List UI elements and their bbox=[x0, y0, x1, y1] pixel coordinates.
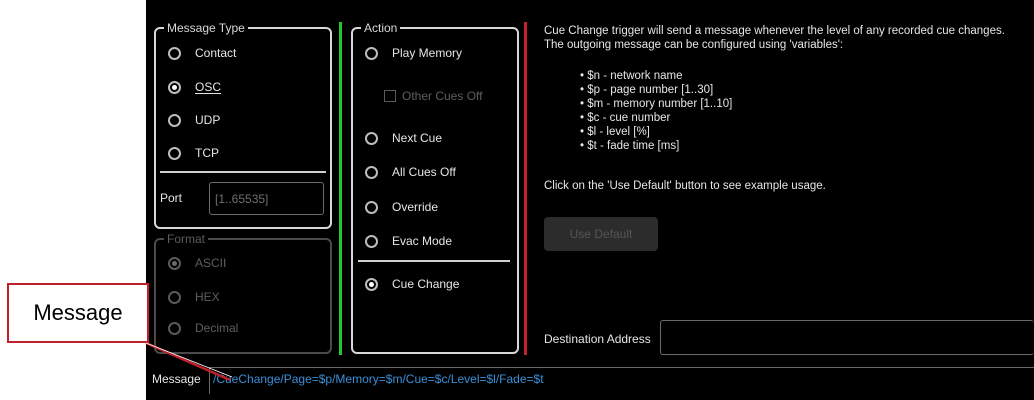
radio-ascii-label: ASCII bbox=[195, 256, 227, 270]
use-default-hint: Click on the 'Use Default' button to see… bbox=[544, 180, 826, 192]
radio-all-cues-off[interactable]: All Cues Off bbox=[365, 165, 456, 179]
message-type-legend: Message Type bbox=[164, 20, 248, 36]
radio-circle-icon bbox=[168, 46, 181, 60]
variable-item: • $n - network name bbox=[580, 70, 683, 82]
message-type-separator bbox=[160, 171, 326, 173]
radio-evac-mode-label: Evac Mode bbox=[392, 234, 453, 248]
radio-override[interactable]: Override bbox=[365, 200, 438, 214]
checkbox-icon bbox=[384, 90, 396, 102]
action-separator bbox=[358, 260, 510, 262]
variable-item: • $c - cue number bbox=[580, 112, 671, 124]
radio-circle-icon bbox=[365, 46, 378, 60]
radio-circle-icon bbox=[168, 321, 181, 335]
radio-contact-label: Contact bbox=[195, 46, 237, 60]
radio-circle-icon bbox=[365, 131, 378, 145]
variable-item: • $l - level [%] bbox=[580, 126, 650, 138]
destination-address-input[interactable] bbox=[660, 320, 1034, 355]
radio-all-cues-off-label: All Cues Off bbox=[392, 165, 456, 179]
radio-circle-icon bbox=[168, 146, 181, 160]
radio-udp-label: UDP bbox=[195, 113, 221, 127]
variable-item: • $t - fade time [ms] bbox=[580, 140, 680, 152]
format-legend: Format bbox=[164, 231, 209, 247]
radio-selected-icon bbox=[365, 277, 378, 291]
checkbox-other-cues-off-label: Other Cues Off bbox=[402, 89, 483, 103]
green-divider bbox=[339, 22, 342, 355]
message-value: /CueChange/Page=$p/Memory=$m/Cue=$c/Leve… bbox=[213, 372, 544, 386]
radio-play-memory-label: Play Memory bbox=[392, 46, 463, 60]
radio-circle-icon bbox=[365, 200, 378, 214]
radio-next-cue[interactable]: Next Cue bbox=[365, 131, 442, 145]
checkbox-other-cues-off[interactable]: Other Cues Off bbox=[384, 89, 482, 103]
variables-list: • $n - network name • $p - page number [… bbox=[580, 69, 732, 153]
cue-change-description: Cue Change trigger will send a message w… bbox=[544, 25, 1005, 51]
port-input[interactable]: [1..65535] bbox=[209, 182, 324, 215]
radio-cue-change-label: Cue Change bbox=[392, 277, 460, 291]
callout-text: Message bbox=[33, 300, 123, 325]
radio-override-label: Override bbox=[392, 200, 439, 214]
action-group: Action bbox=[351, 20, 519, 354]
message-label: Message bbox=[152, 372, 201, 386]
radio-decimal-label: Decimal bbox=[195, 321, 239, 335]
radio-selected-icon bbox=[168, 256, 181, 270]
radio-tcp-label: TCP bbox=[195, 146, 219, 160]
radio-cue-change[interactable]: Cue Change bbox=[365, 277, 459, 291]
radio-next-cue-label: Next Cue bbox=[392, 131, 443, 145]
message-callout: Message bbox=[7, 283, 149, 343]
red-divider bbox=[524, 22, 527, 355]
port-label: Port bbox=[160, 191, 183, 205]
radio-decimal[interactable]: Decimal bbox=[168, 321, 238, 335]
radio-circle-icon bbox=[168, 113, 181, 127]
radio-hex-label: HEX bbox=[195, 290, 220, 304]
radio-circle-icon bbox=[365, 165, 378, 179]
radio-osc[interactable]: OSC bbox=[168, 80, 221, 94]
radio-circle-icon bbox=[168, 290, 181, 304]
use-default-button[interactable]: Use Default bbox=[544, 217, 658, 251]
variable-item: • $m - memory number [1..10] bbox=[580, 98, 733, 110]
radio-play-memory[interactable]: Play Memory bbox=[365, 46, 462, 60]
action-legend: Action bbox=[361, 20, 401, 36]
radio-selected-icon bbox=[168, 80, 181, 94]
radio-osc-label: OSC bbox=[195, 80, 222, 94]
radio-ascii[interactable]: ASCII bbox=[168, 256, 226, 270]
radio-hex[interactable]: HEX bbox=[168, 290, 220, 304]
variable-item: • $p - page number [1..30] bbox=[580, 84, 714, 96]
radio-evac-mode[interactable]: Evac Mode bbox=[365, 234, 452, 248]
destination-address-label: Destination Address bbox=[544, 332, 651, 346]
port-placeholder: [1..65535] bbox=[215, 191, 269, 206]
radio-udp[interactable]: UDP bbox=[168, 113, 220, 127]
radio-circle-icon bbox=[365, 234, 378, 248]
radio-tcp[interactable]: TCP bbox=[168, 146, 219, 160]
radio-contact[interactable]: Contact bbox=[168, 46, 236, 60]
